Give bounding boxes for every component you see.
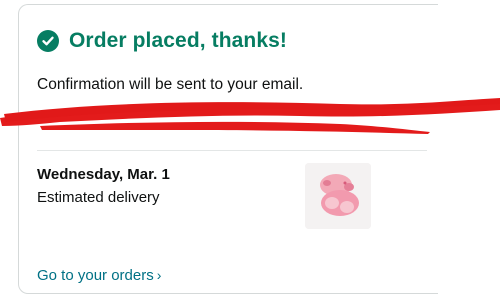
chevron-right-icon: › (156, 267, 162, 283)
delivery-label: Estimated delivery (37, 189, 160, 206)
check-circle-icon (37, 30, 59, 52)
order-header: Order placed, thanks! (37, 29, 287, 53)
go-to-orders-link[interactable]: Go to your orders › (37, 267, 161, 284)
page-title: Order placed, thanks! (69, 29, 287, 52)
delivery-date: Wednesday, Mar. 1 (37, 166, 170, 183)
product-thumbnail[interactable] (305, 163, 371, 229)
redaction-scribble (0, 98, 500, 134)
confirmation-message: Confirmation will be sent to your email. (37, 76, 304, 93)
order-confirmation-card: Order placed, thanks! Confirmation will … (18, 4, 438, 294)
divider (37, 150, 427, 151)
orders-link-label: Go to your orders (37, 267, 154, 284)
